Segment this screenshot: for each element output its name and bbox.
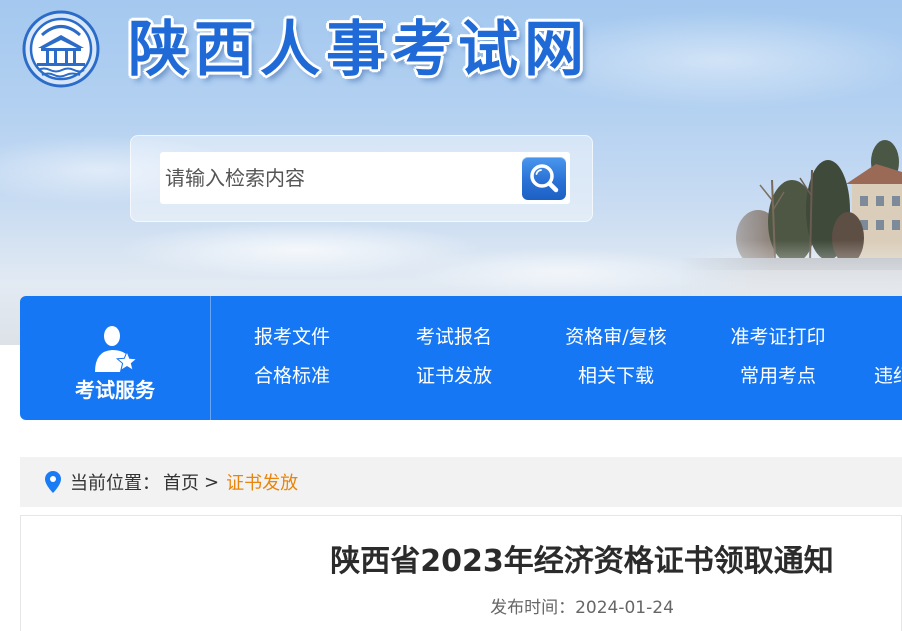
- breadcrumb: 当前位置： 首页 > 证书发放: [20, 457, 902, 507]
- article-title: 陕西省2023年经济资格证书领取通知: [330, 544, 834, 579]
- location-pin-icon: [45, 471, 61, 493]
- nav-link-exam-registration[interactable]: 考试报名: [373, 323, 535, 351]
- search-icon: [522, 157, 566, 200]
- publish-date-label: 发布时间：: [490, 598, 576, 618]
- pavilion-logo-icon[interactable]: [22, 10, 100, 88]
- nav-divider: [210, 296, 211, 420]
- nav-row: 合格标准 证书发放 相关下载 常用考点 违纪: [211, 362, 902, 390]
- nav-link-exam-documents[interactable]: 报考文件: [211, 323, 373, 351]
- breadcrumb-separator: >: [204, 471, 220, 493]
- exam-services-label: 考试服务: [75, 378, 155, 402]
- breadcrumb-current[interactable]: 证书发放: [226, 469, 298, 495]
- nav-row: 报考文件 考试报名 资格审/复核 准考证打印: [211, 323, 859, 351]
- exam-services-section[interactable]: 考试服务: [20, 296, 210, 420]
- nav-link-exam-sites[interactable]: 常用考点: [697, 362, 859, 390]
- site-title: 陕西人事考试网: [128, 15, 590, 85]
- nav-link-downloads[interactable]: 相关下载: [535, 362, 697, 390]
- main-nav: 考试服务 报考文件 考试报名 资格审/复核 准考证打印 合格标准 证书发放 相关…: [20, 296, 902, 420]
- nav-link-certificate-issuance[interactable]: 证书发放: [373, 362, 535, 390]
- article-publish-date: 发布时间：2024-01-24: [263, 596, 901, 620]
- nav-link-violations[interactable]: 违纪: [859, 362, 902, 390]
- publish-date-value: 2024-01-24: [575, 598, 674, 618]
- article-panel: 陕西省2023年经济资格证书领取通知 发布时间：2024-01-24: [20, 515, 902, 631]
- search-button[interactable]: [522, 157, 566, 200]
- nav-link-qualification-review[interactable]: 资格审/复核: [535, 323, 697, 351]
- user-star-icon: [93, 325, 139, 372]
- site-header-banner: 陕西人事考试网: [0, 0, 902, 345]
- search-bar: [130, 135, 593, 222]
- breadcrumb-home-link[interactable]: 首页: [163, 469, 199, 495]
- search-input[interactable]: [160, 152, 570, 204]
- breadcrumb-label: 当前位置：: [70, 473, 160, 494]
- nav-link-passing-standards[interactable]: 合格标准: [211, 362, 373, 390]
- banner-scenery: [680, 140, 902, 300]
- nav-link-admission-ticket-print[interactable]: 准考证打印: [697, 323, 859, 351]
